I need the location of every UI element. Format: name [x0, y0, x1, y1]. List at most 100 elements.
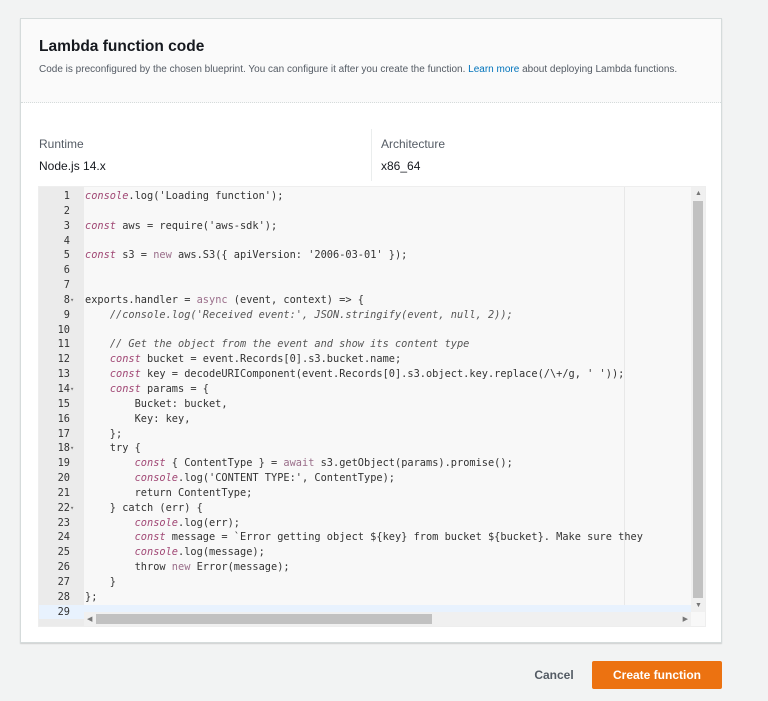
code-line[interactable]: 13 const key = decodeURIComponent(event.… — [39, 367, 691, 382]
code-token: new — [171, 561, 191, 574]
code-lines[interactable]: 1 console.log('Loading function'); 2 3 const… — [39, 189, 691, 620]
code-line[interactable]: 23 console.log(err); — [39, 516, 691, 531]
code-token: const — [85, 249, 116, 262]
code-line[interactable]: 5 const s3 = new aws.S3({ apiVersion: '20… — [39, 248, 691, 263]
panel-title: Lambda function code — [39, 38, 205, 55]
line-number: 12 — [57, 353, 70, 366]
code-token: const — [85, 219, 116, 232]
code-line[interactable]: 25 console.log(message); — [39, 545, 691, 560]
code-line[interactable]: 11 // Get the object from the event and … — [39, 337, 691, 352]
code-line[interactable]: 10 — [39, 323, 691, 338]
line-number: 23 — [57, 516, 70, 529]
vertical-scrollbar[interactable]: ▲ ▼ — [691, 187, 705, 612]
code-token: console — [134, 546, 179, 559]
line-number: 6 — [63, 264, 70, 277]
code-line[interactable]: 19 const { ContentType } = await s3.getO… — [39, 456, 691, 471]
code-token: Bucket: bucket, — [85, 397, 228, 410]
description-text: Code is preconfigured by the chosen blue… — [39, 64, 469, 75]
code-text: } — [85, 575, 116, 590]
runtime-label: Runtime — [39, 137, 84, 151]
line-number: 15 — [57, 397, 70, 410]
code-text: console.log(err); — [85, 516, 240, 531]
code-text: exports.handler = async (event, context)… — [85, 293, 364, 308]
code-line[interactable]: 15 Bucket: bucket, — [39, 397, 691, 412]
code-line[interactable]: 24 const message = `Error getting object… — [39, 530, 691, 545]
code-text: console.log(message); — [85, 545, 265, 560]
code-token: s3.getObject(params).promise(); — [314, 457, 513, 470]
code-line[interactable]: 26 throw new Error(message); — [39, 560, 691, 575]
code-line[interactable]: 14▾ const params = { — [39, 382, 691, 397]
code-token: return ContentType; — [85, 486, 253, 499]
code-token: Error(message); — [190, 561, 290, 574]
code-token: throw — [85, 561, 172, 574]
code-token: aws = require('aws-sdk'); — [116, 219, 278, 232]
fold-toggle-icon[interactable]: ▾ — [70, 382, 84, 397]
scroll-up-icon[interactable]: ▲ — [695, 190, 702, 197]
line-number: 14 — [57, 382, 70, 395]
code-line[interactable]: 2 — [39, 204, 691, 219]
code-token: bucket = event.Records[0].s3.bucket.name… — [140, 353, 402, 366]
architecture-field: Architecture x86_64 — [371, 129, 445, 181]
line-number: 22 — [57, 501, 70, 514]
line-number: 8 — [63, 293, 70, 306]
architecture-value: x86_64 — [381, 159, 421, 173]
fold-toggle-icon[interactable]: ▾ — [70, 293, 84, 308]
code-line[interactable]: 7 — [39, 278, 691, 293]
code-token: console — [134, 516, 179, 529]
line-number: 5 — [63, 249, 70, 262]
code-token: //console.log('Received event:', JSON.st… — [109, 308, 513, 321]
code-line[interactable]: 9 //console.log('Received event:', JSON.… — [39, 308, 691, 323]
horizontal-scrollbar[interactable]: ◀ ▶ — [84, 612, 691, 626]
code-text: // Get the object from the event and sho… — [85, 337, 470, 352]
fold-toggle-icon[interactable]: ▾ — [70, 501, 84, 516]
code-line[interactable]: 20 console.log('CONTENT TYPE:', ContentT… — [39, 471, 691, 486]
vertical-scroll-thumb[interactable] — [693, 201, 703, 598]
code-line[interactable]: 22▾ } catch (err) { — [39, 501, 691, 516]
code-token: .log(message); — [178, 546, 265, 559]
code-line[interactable]: 18▾ try { — [39, 441, 691, 456]
runtime-value: Node.js 14.x — [39, 159, 106, 173]
code-line[interactable]: 21 return ContentType; — [39, 486, 691, 501]
line-number: 7 — [63, 279, 70, 292]
code-line[interactable]: 28}; — [39, 590, 691, 605]
learn-more-link[interactable]: Learn more — [468, 64, 519, 75]
code-text: return ContentType; — [85, 486, 253, 501]
code-text: const params = { — [85, 382, 209, 397]
code-line[interactable]: 27 } — [39, 575, 691, 590]
cancel-button[interactable]: Cancel — [520, 662, 588, 688]
code-token: }; — [85, 427, 123, 440]
line-number: 19 — [57, 457, 70, 470]
line-number: 13 — [57, 368, 70, 381]
scroll-left-icon[interactable]: ◀ — [87, 615, 92, 623]
code-line[interactable]: 1 console.log('Loading function'); — [39, 189, 691, 204]
fold-toggle-icon[interactable]: ▾ — [70, 441, 84, 456]
code-token: (event, context) => { — [227, 293, 364, 306]
code-line[interactable]: 8▾ exports.handler = async (event, contex… — [39, 293, 691, 308]
code-line[interactable]: 6 — [39, 263, 691, 278]
code-line[interactable]: 17 }; — [39, 427, 691, 442]
code-token: async — [196, 293, 228, 306]
scroll-right-icon[interactable]: ▶ — [683, 615, 688, 623]
description-text-end: about deploying Lambda functions. — [519, 64, 678, 75]
code-line[interactable]: 3 const aws = require('aws-sdk'); — [39, 219, 691, 234]
code-line[interactable]: 16 Key: key, — [39, 412, 691, 427]
runtime-field: Runtime Node.js 14.x — [39, 123, 106, 185]
code-line[interactable]: 4 — [39, 234, 691, 249]
code-text: console.log('Loading function'); — [85, 189, 283, 204]
code-editor[interactable]: 1 console.log('Loading function'); 2 3 const… — [38, 186, 706, 627]
horizontal-scroll-thumb[interactable] — [96, 614, 432, 624]
scroll-down-icon[interactable]: ▼ — [695, 602, 702, 609]
code-token: params = { — [140, 382, 210, 395]
code-text: //console.log('Received event:', JSON.st… — [85, 308, 513, 323]
code-text: }; — [85, 590, 97, 605]
code-text: try { — [85, 441, 141, 456]
code-line[interactable]: 12 const bucket = event.Records[0].s3.bu… — [39, 352, 691, 367]
create-function-button[interactable]: Create function — [592, 661, 722, 689]
code-token: const — [109, 382, 141, 395]
line-number: 10 — [57, 323, 70, 336]
